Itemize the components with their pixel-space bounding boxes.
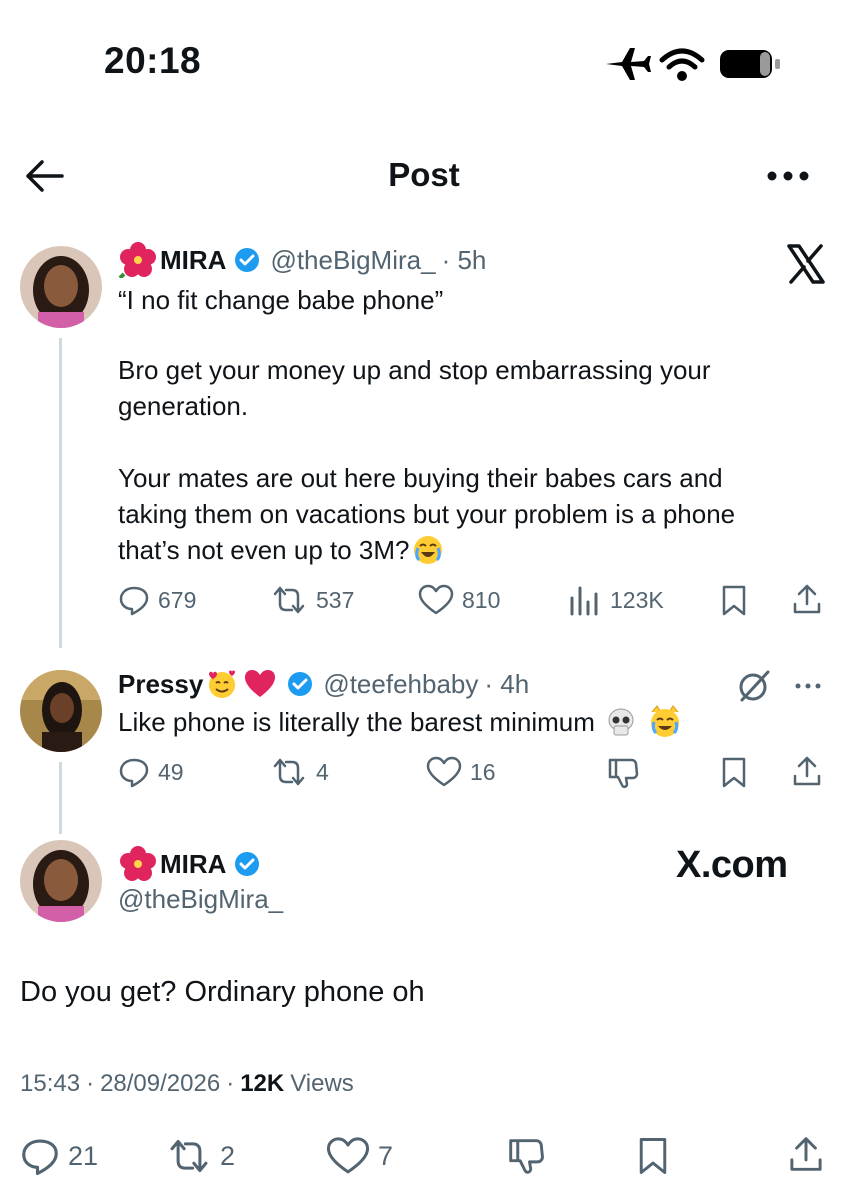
tweet-text-line: “I no fit change babe phone” — [118, 285, 444, 315]
tweet-text-wrap: Like phone is literally the barest minim… — [118, 704, 683, 740]
red-heart-emoji-icon — [245, 670, 276, 697]
bookmark-icon[interactable] — [718, 584, 750, 616]
crying-cat-emoji-icon — [650, 705, 679, 737]
views-count: 123K — [610, 586, 664, 613]
bookmark-icon[interactable] — [634, 1136, 672, 1176]
bookmark-icon[interactable] — [718, 756, 750, 788]
repost-button[interactable]: 2 — [166, 1136, 235, 1176]
share-icon[interactable] — [790, 754, 824, 788]
post-time: · 4h — [484, 668, 530, 699]
repost-button[interactable]: 4 — [270, 756, 329, 788]
hibiscus-emoji-icon — [118, 242, 156, 278]
more-options-icon[interactable] — [762, 158, 814, 194]
thread-line — [59, 762, 62, 834]
repost-icon — [170, 1139, 208, 1173]
tweet-header: MIRA @theBigMira_ · 5h — [118, 242, 486, 278]
tweet-text-line-wrap: that’s not even up to 3M? — [118, 532, 444, 568]
repost-count: 4 — [316, 758, 329, 785]
status-time: 20:18 — [104, 40, 202, 81]
tweet-text-line: Your mates are out here buying their bab… — [118, 463, 723, 493]
repost-icon — [273, 758, 305, 786]
tweet-text-line: taking them on vacations but your proble… — [118, 499, 736, 529]
tweet-text: Do you get? Ordinary phone oh — [20, 976, 425, 1008]
reply-button[interactable]: 21 — [20, 1136, 98, 1176]
like-button[interactable]: 7 — [326, 1136, 393, 1176]
share-icon[interactable] — [786, 1134, 826, 1174]
tweet-header: MIRA — [118, 846, 260, 882]
status-icons — [600, 44, 790, 84]
reply-button[interactable]: 679 — [118, 584, 196, 616]
views-button[interactable]: 123K — [568, 584, 664, 616]
repost-count: 2 — [220, 1140, 236, 1171]
heart-icon — [418, 584, 454, 615]
heart-icon — [326, 1137, 370, 1174]
reply-icon — [119, 758, 149, 788]
airplane-icon — [606, 48, 651, 80]
reply-count: 49 — [158, 758, 184, 785]
wifi-icon — [659, 48, 705, 81]
avatar[interactable] — [20, 840, 102, 922]
repost-count: 537 — [316, 586, 355, 613]
thread-line — [59, 338, 62, 648]
avatar[interactable] — [20, 246, 102, 328]
verified-badge-icon — [235, 852, 260, 876]
post-time: · 5h — [441, 244, 487, 275]
skull-emoji-icon — [608, 708, 634, 736]
reply-icon — [119, 586, 149, 616]
x-com-watermark: X.com — [676, 844, 788, 886]
analytics-icon — [570, 586, 598, 616]
reply-button[interactable]: 49 — [118, 756, 184, 788]
tweet-text-line: generation. — [118, 391, 249, 421]
reply-icon — [22, 1139, 58, 1176]
share-icon[interactable] — [790, 582, 824, 616]
tweet-text-line: that’s not even up to 3M? — [118, 535, 410, 565]
author-name[interactable]: Pressy — [118, 669, 203, 700]
like-count: 7 — [378, 1140, 394, 1171]
crying-laughing-emoji-icon — [413, 536, 442, 564]
author-handle[interactable]: @theBigMira_ — [270, 245, 435, 276]
dislike-icon[interactable] — [506, 1136, 546, 1176]
repost-icon — [273, 586, 305, 614]
post-meta: 15:43 · 28/09/2026 · 12K Views — [20, 1070, 354, 1097]
post-date: 28/09/2026 — [100, 1070, 221, 1097]
like-button[interactable]: 810 — [418, 584, 500, 616]
tweet-text: Like phone is literally the barest minim… — [118, 707, 595, 737]
page-title: Post — [388, 156, 460, 193]
tweet-text-line: Bro get your money up and stop embarrass… — [118, 355, 711, 385]
reply-count: 679 — [158, 586, 197, 613]
repost-button[interactable]: 537 — [270, 584, 354, 616]
smiling-face-with-hearts-emoji-icon — [209, 670, 236, 698]
author-handle[interactable]: @teefehbaby — [323, 669, 478, 700]
post-time: 15:43 — [20, 1070, 81, 1097]
reply-count: 21 — [68, 1140, 99, 1171]
verified-badge-icon — [288, 672, 313, 696]
author-name[interactable]: MIRA — [160, 849, 226, 880]
author-handle[interactable]: @theBigMira_ — [118, 884, 283, 915]
like-button[interactable]: 16 — [426, 756, 496, 788]
heart-icon — [426, 756, 462, 787]
dislike-icon[interactable] — [606, 756, 640, 790]
battery-icon — [720, 50, 780, 78]
more-options-icon[interactable] — [790, 676, 826, 696]
x-logo-icon — [786, 244, 826, 284]
avatar[interactable] — [20, 670, 102, 752]
grok-icon[interactable] — [736, 668, 772, 704]
like-count: 16 — [470, 758, 496, 785]
views-count: 12K — [240, 1070, 285, 1097]
views-label: Views — [290, 1070, 354, 1097]
hibiscus-emoji-icon — [120, 846, 156, 881]
verified-badge-icon — [235, 248, 260, 272]
author-name[interactable]: MIRA — [160, 245, 226, 276]
like-count: 810 — [462, 586, 501, 613]
tweet-header: Pressy @teefehbaby · 4h — [118, 666, 529, 702]
